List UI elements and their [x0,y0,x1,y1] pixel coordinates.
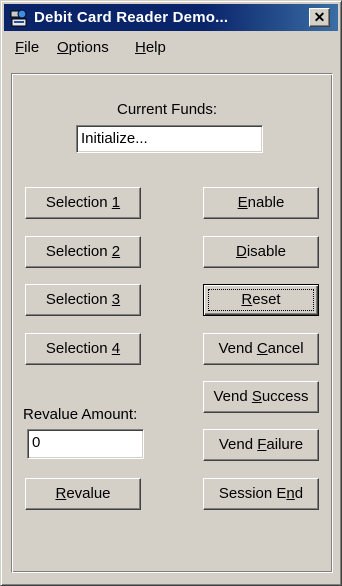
session-end-key: n [286,485,295,502]
vend-failure-post: ailure [266,436,304,453]
enable-key: E [237,194,248,211]
session-end-button[interactable]: Session End [203,478,319,510]
selection-2-button[interactable]: Selection 2 [25,236,141,268]
selection-2-prefix: Selection [45,243,112,260]
selection-1-key: 1 [111,194,121,211]
vend-cancel-post: ancel [267,340,304,357]
vend-failure-pre: Vend [218,436,258,453]
vend-failure-button[interactable]: Vend Failure [203,429,319,461]
selection-1-button[interactable]: Selection 1 [25,187,141,219]
session-end-post: d [294,485,304,502]
disable-button[interactable]: Disable [203,236,319,268]
selection-3-prefix: Selection [45,291,112,308]
selection-4-prefix: Selection [45,340,112,357]
reset-button[interactable]: Reset [203,284,319,316]
session-end-pre: Session E [218,485,287,502]
menu-bar: File Options Help [4,34,338,62]
vend-cancel-pre: Vend [218,340,257,357]
revalue-amount-label: Revalue Amount: [23,406,138,423]
menu-options-mnemonic: O [57,39,69,56]
revalue-key: R [55,485,67,502]
menu-help-mnemonic: H [135,39,146,56]
selection-3-key: 3 [111,291,121,308]
menu-options[interactable]: Options [57,39,109,56]
vend-success-pre: Vend [213,388,252,405]
vend-success-key: S [251,388,262,405]
enable-button[interactable]: Enable [203,187,319,219]
reset-post: eset [252,291,281,308]
close-icon: ✕ [313,9,326,25]
selection-3-button[interactable]: Selection 3 [25,284,141,316]
selection-1-prefix: Selection [45,194,112,211]
menu-file[interactable]: File [15,39,39,56]
selection-4-button[interactable]: Selection 4 [25,333,141,365]
enable-post: nable [247,194,285,211]
menu-file-mnemonic: F [15,39,25,56]
revalue-button[interactable]: Revalue [25,478,141,510]
current-funds-label: Current Funds: [117,101,218,118]
selection-2-key: 2 [111,243,121,260]
disable-key: D [235,243,247,260]
vend-success-post: uccess [261,388,309,405]
app-window: Debit Card Reader Demo... ✕ File Options… [0,0,342,586]
vend-cancel-button[interactable]: Vend Cancel [203,333,319,365]
revalue-post: evalue [66,485,111,502]
title-bar[interactable]: Debit Card Reader Demo... ✕ [4,4,338,31]
card-reader-app-icon [10,9,27,27]
menu-help[interactable]: Help [135,39,166,56]
reset-key: R [241,291,253,308]
revalue-amount-field[interactable]: 0 [27,429,144,459]
disable-post: isable [246,243,287,260]
window-title: Debit Card Reader Demo... [34,9,229,26]
selection-4-key: 4 [111,340,121,357]
close-button[interactable]: ✕ [309,8,330,27]
vend-cancel-key: C [256,340,268,357]
current-funds-field[interactable]: Initialize... [76,125,263,153]
vend-success-button[interactable]: Vend Success [203,381,319,413]
